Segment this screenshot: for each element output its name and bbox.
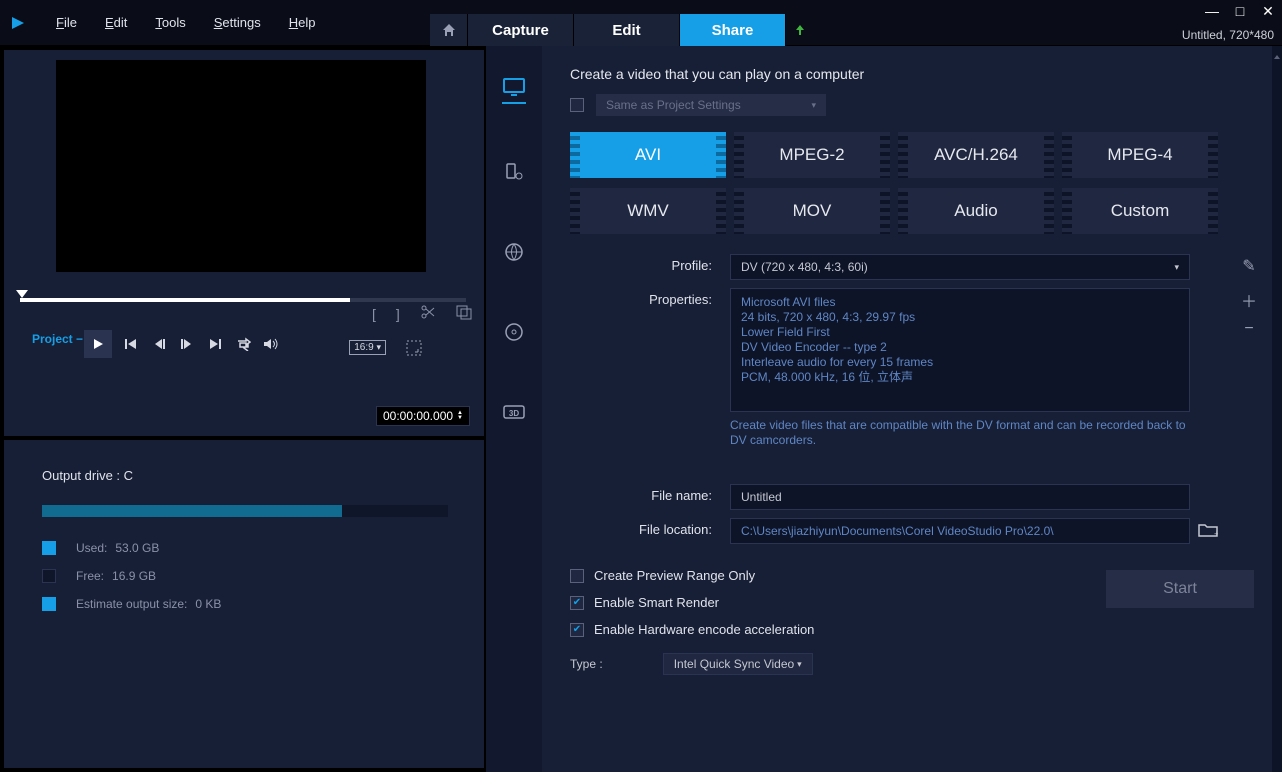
smart-render-label: Enable Smart Render	[594, 595, 719, 610]
timeline-thumb[interactable]	[16, 290, 28, 298]
scissors-icon[interactable]	[420, 304, 436, 323]
used-value: 53.0 GB	[115, 541, 159, 555]
format-avc[interactable]: AVC/H.264	[898, 132, 1054, 178]
format-mpeg2[interactable]: MPEG-2	[734, 132, 890, 178]
loop-button[interactable]	[234, 335, 252, 353]
share-title: Create a video that you can play on a co…	[570, 66, 1254, 82]
svg-text:+: +	[1214, 529, 1218, 538]
same-as-project-dropdown: Same as Project Settings▾	[596, 94, 826, 116]
timeline-progress	[20, 298, 350, 302]
format-custom[interactable]: Custom	[1062, 188, 1218, 234]
start-button[interactable]: Start	[1106, 570, 1254, 608]
estimate-value: 0 KB	[195, 597, 221, 611]
free-label: Free:	[76, 569, 104, 583]
target-computer-icon[interactable]	[502, 80, 526, 104]
share-panel: 3D Create a video that you can play on a…	[486, 46, 1282, 772]
prev-frame-button[interactable]	[150, 335, 168, 353]
share-tab[interactable]: Share	[680, 14, 786, 46]
menu-bar: File Edit Tools Settings Help Capture Ed…	[0, 0, 1282, 46]
browse-folder-icon[interactable]: +	[1198, 522, 1218, 540]
format-wmv[interactable]: WMV	[570, 188, 726, 234]
format-avi[interactable]: AVI	[570, 132, 726, 178]
preview-range-checkbox[interactable]	[570, 569, 584, 583]
minimize-button[interactable]: —	[1204, 4, 1220, 20]
target-disc-icon[interactable]	[502, 320, 526, 344]
output-drive-heading: Output drive : C	[42, 468, 446, 483]
used-legend-swatch	[42, 541, 56, 555]
properties-box: Microsoft AVI files 24 bits, 720 x 480, …	[730, 288, 1190, 412]
filename-label: File name:	[570, 484, 730, 503]
filelocation-label: File location:	[570, 518, 730, 537]
free-value: 16.9 GB	[112, 569, 156, 583]
encode-type-label: Type :	[570, 657, 603, 671]
edit-tab[interactable]: Edit	[574, 14, 680, 46]
mark-in-icon[interactable]: [	[372, 306, 376, 322]
timecode-field[interactable]: 00:00:00.000 ▲▼	[376, 406, 470, 426]
preview-range-label: Create Preview Range Only	[594, 568, 755, 583]
profile-label: Profile:	[570, 254, 730, 273]
volume-button[interactable]	[262, 335, 280, 353]
filename-input[interactable]: Untitled	[730, 484, 1190, 510]
play-button[interactable]	[84, 330, 112, 358]
remove-profile-icon[interactable]: −	[1240, 320, 1258, 338]
encode-type-select[interactable]: Intel Quick Sync Video▾	[663, 653, 813, 675]
video-preview	[56, 60, 426, 272]
same-as-project-checkbox[interactable]	[570, 98, 584, 112]
next-frame-button[interactable]	[178, 335, 196, 353]
maximize-button[interactable]: □	[1232, 4, 1248, 20]
snapshot-icon[interactable]	[456, 304, 472, 323]
menu-file[interactable]: File	[56, 15, 77, 30]
go-end-button[interactable]	[206, 335, 224, 353]
profile-select[interactable]: DV (720 x 480, 4:3, 60i)▾	[730, 254, 1190, 280]
target-3d-icon[interactable]: 3D	[502, 400, 526, 424]
edit-profile-icon[interactable]: ✎	[1240, 256, 1258, 274]
estimate-legend-swatch	[42, 597, 56, 611]
menu-settings[interactable]: Settings	[214, 15, 261, 30]
target-device-icon[interactable]	[502, 160, 526, 184]
format-audio[interactable]: Audio	[898, 188, 1054, 234]
menu-tools[interactable]: Tools	[155, 15, 185, 30]
output-drive-panel: Output drive : C Used: 53.0 GB Free: 16.…	[4, 440, 484, 768]
go-start-button[interactable]	[122, 335, 140, 353]
free-legend-swatch	[42, 569, 56, 583]
target-web-icon[interactable]	[502, 240, 526, 264]
menu-help[interactable]: Help	[289, 15, 316, 30]
svg-text:3D: 3D	[509, 409, 519, 418]
document-title: Untitled, 720*480	[1182, 28, 1274, 42]
app-logo	[0, 0, 36, 46]
aspect-ratio-selector[interactable]: 16:9 ▾	[349, 340, 386, 355]
hardware-encode-label: Enable Hardware encode acceleration	[594, 622, 814, 637]
properties-label: Properties:	[570, 288, 730, 307]
close-button[interactable]: ✕	[1260, 4, 1276, 20]
drive-usage-bar	[42, 505, 448, 517]
upload-icon[interactable]	[786, 14, 814, 46]
format-mov[interactable]: MOV	[734, 188, 890, 234]
capture-tab[interactable]: Capture	[468, 14, 574, 46]
home-tab[interactable]	[430, 14, 468, 46]
smart-render-checkbox[interactable]	[570, 596, 584, 610]
hardware-encode-checkbox[interactable]	[570, 623, 584, 637]
timecode-spinner[interactable]: ▲▼	[457, 411, 463, 421]
project-mode-label[interactable]: Project −	[32, 332, 83, 346]
add-profile-icon[interactable]: ＋	[1240, 288, 1258, 306]
enlarge-icon[interactable]	[406, 340, 422, 356]
estimate-label: Estimate output size:	[76, 597, 187, 611]
used-label: Used:	[76, 541, 107, 555]
format-mpeg4[interactable]: MPEG-4	[1062, 132, 1218, 178]
menu-edit[interactable]: Edit	[105, 15, 127, 30]
properties-note: Create video files that are compatible w…	[730, 418, 1190, 448]
filelocation-input[interactable]: C:\Users\jiazhiyun\Documents\Corel Video…	[730, 518, 1190, 544]
vertical-scrollbar[interactable]	[1272, 46, 1282, 772]
preview-panel: [ ] Project − 16:9 ▾ 00:00:00.000 ▲▼	[4, 50, 484, 436]
mark-out-icon[interactable]: ]	[396, 306, 400, 322]
